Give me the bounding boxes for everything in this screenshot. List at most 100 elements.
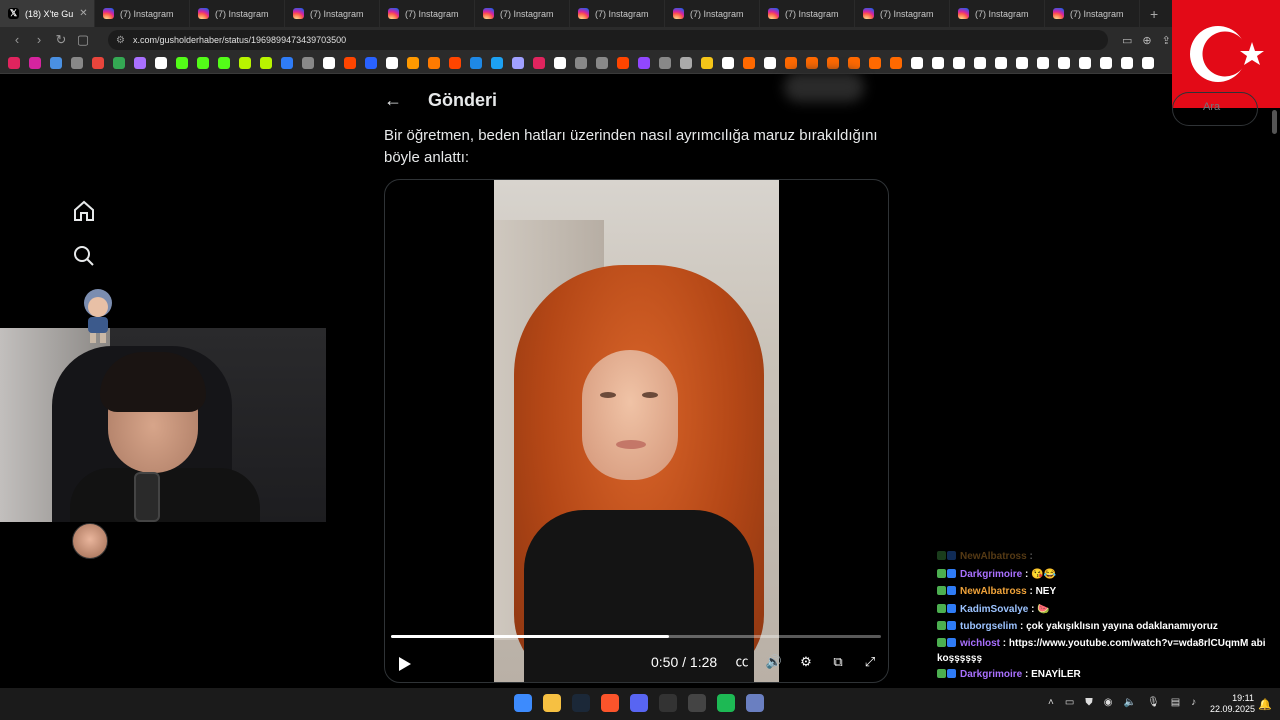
bookmark-icon[interactable] — [743, 57, 755, 69]
chat-username[interactable]: Darkgrimoire — [960, 569, 1022, 580]
network-icon[interactable]: ▤ — [1171, 697, 1180, 708]
battery-icon[interactable]: ▭ — [1065, 697, 1074, 708]
bookmark-icon[interactable] — [197, 57, 209, 69]
browser-tab[interactable]: (7) Instagram — [95, 0, 190, 27]
bookmark-icon[interactable] — [617, 57, 629, 69]
bookmark-icon[interactable] — [1121, 57, 1133, 69]
bookmark-icon[interactable] — [29, 57, 41, 69]
volume-icon[interactable]: 🔊 — [765, 653, 783, 671]
bookmark-icon[interactable] — [113, 57, 125, 69]
close-tab-icon[interactable]: ✕ — [79, 8, 87, 19]
fullscreen-icon[interactable]: ⤢ — [861, 653, 879, 671]
bookmark-icon[interactable] — [512, 57, 524, 69]
video-player[interactable]: 0:50 / 1:28 ㏄ 🔊 ⚙ ⧉ ⤢ — [384, 179, 889, 683]
video-progress-bar[interactable] — [391, 635, 881, 638]
browser-tab[interactable]: (7) Instagram — [760, 0, 855, 27]
steam-icon[interactable] — [572, 694, 590, 712]
captions-icon[interactable]: ㏄ — [733, 653, 751, 671]
bookmark-icon[interactable] — [1037, 57, 1049, 69]
bookmark-icon[interactable] — [344, 57, 356, 69]
bookmark-icon[interactable] — [1016, 57, 1028, 69]
settings-icon[interactable]: ⚙ — [797, 653, 815, 671]
speaker-icon[interactable]: 🔈 — [1124, 697, 1136, 708]
bookmark-icon[interactable] — [659, 57, 671, 69]
bookmark-icon[interactable] — [134, 57, 146, 69]
browser-tab[interactable]: (7) Instagram — [190, 0, 285, 27]
zoom-icon[interactable]: ⊕ — [1142, 34, 1151, 47]
reload-icon[interactable]: ↻ — [52, 31, 70, 49]
search-icon[interactable] — [72, 244, 96, 268]
bookmark-icon[interactable] — [92, 57, 104, 69]
search-input[interactable]: Ara — [1172, 92, 1258, 126]
bookmark-icon[interactable] — [722, 57, 734, 69]
bookmark-icon[interactable] — [995, 57, 1007, 69]
cast-icon[interactable]: ▭ — [1122, 34, 1132, 47]
chat-username[interactable]: KadimSovalye — [960, 604, 1028, 615]
bookmark-icon[interactable] — [932, 57, 944, 69]
chat-username[interactable]: wichlost — [960, 638, 1000, 649]
browser-tab[interactable]: (7) Instagram — [570, 0, 665, 27]
file-explorer-icon[interactable] — [543, 694, 561, 712]
bookmark-icon[interactable] — [386, 57, 398, 69]
windows-start-icon[interactable] — [514, 694, 532, 712]
bookmark-icon[interactable] — [1079, 57, 1091, 69]
share-icon[interactable]: ⇪ — [1162, 34, 1171, 47]
bookmark-icon[interactable]: ▢ — [74, 31, 92, 49]
bookmark-icon[interactable] — [470, 57, 482, 69]
home-icon[interactable] — [72, 199, 96, 223]
back-icon[interactable]: ‹ — [8, 31, 26, 49]
bookmark-icon[interactable] — [869, 57, 881, 69]
shield-icon[interactable]: ⛊ — [1085, 697, 1093, 708]
bookmark-icon[interactable] — [953, 57, 965, 69]
bookmark-icon[interactable] — [50, 57, 62, 69]
browser-tab[interactable]: (7) Instagram — [950, 0, 1045, 27]
browser-tab[interactable]: (7) Instagram — [380, 0, 475, 27]
bookmark-icon[interactable] — [428, 57, 440, 69]
bookmark-icon[interactable] — [365, 57, 377, 69]
browser-tab[interactable]: (7) Instagram — [855, 0, 950, 27]
steam-tray-icon[interactable]: ◉ — [1104, 697, 1113, 708]
bookmark-icon[interactable] — [785, 57, 797, 69]
bookmark-icon[interactable] — [638, 57, 650, 69]
bookmark-icon[interactable] — [8, 57, 20, 69]
app-icon[interactable] — [746, 694, 764, 712]
browser-tab[interactable]: (7) Instagram — [285, 0, 380, 27]
bookmark-icon[interactable] — [491, 57, 503, 69]
browser-tab[interactable]: (7) Instagram — [665, 0, 760, 27]
scrollbar[interactable] — [1272, 110, 1277, 134]
obs-icon[interactable] — [688, 694, 706, 712]
chat-username[interactable]: NewAlbatross — [960, 586, 1027, 597]
bookmark-icon[interactable] — [575, 57, 587, 69]
bookmark-icon[interactable] — [260, 57, 272, 69]
discord-icon[interactable] — [630, 694, 648, 712]
bookmark-icon[interactable] — [764, 57, 776, 69]
bookmark-icon[interactable] — [680, 57, 692, 69]
bookmark-icon[interactable] — [155, 57, 167, 69]
bookmark-icon[interactable] — [596, 57, 608, 69]
bookmark-icon[interactable] — [281, 57, 293, 69]
chat-username[interactable]: NewAlbatross — [960, 551, 1027, 562]
address-bar[interactable]: ⚙ x.com/gusholderhaber/status/1969899473… — [108, 30, 1108, 50]
bookmark-icon[interactable] — [1100, 57, 1112, 69]
browser-tab[interactable]: (7) Instagram — [1045, 0, 1140, 27]
bookmark-icon[interactable] — [911, 57, 923, 69]
bookmark-icon[interactable] — [701, 57, 713, 69]
bookmark-icon[interactable] — [974, 57, 986, 69]
chevron-up-icon[interactable]: ˄ — [1048, 697, 1054, 708]
brave-icon[interactable] — [601, 694, 619, 712]
bookmark-icon[interactable] — [302, 57, 314, 69]
bookmark-icon[interactable] — [1142, 57, 1154, 69]
bookmark-icon[interactable] — [407, 57, 419, 69]
bookmark-icon[interactable] — [890, 57, 902, 69]
bookmark-icon[interactable] — [848, 57, 860, 69]
bookmark-icon[interactable] — [323, 57, 335, 69]
bookmark-icon[interactable] — [806, 57, 818, 69]
back-arrow-icon[interactable]: ← — [384, 90, 404, 111]
microphone-icon[interactable]: 🎙 — [1147, 697, 1160, 708]
bookmark-icon[interactable] — [1058, 57, 1070, 69]
volume-tray-icon[interactable]: ♪ — [1191, 697, 1196, 708]
bookmark-icon[interactable] — [449, 57, 461, 69]
notification-icon[interactable]: 🔔 — [1258, 698, 1272, 711]
bookmark-icon[interactable] — [533, 57, 545, 69]
bookmark-icon[interactable] — [554, 57, 566, 69]
